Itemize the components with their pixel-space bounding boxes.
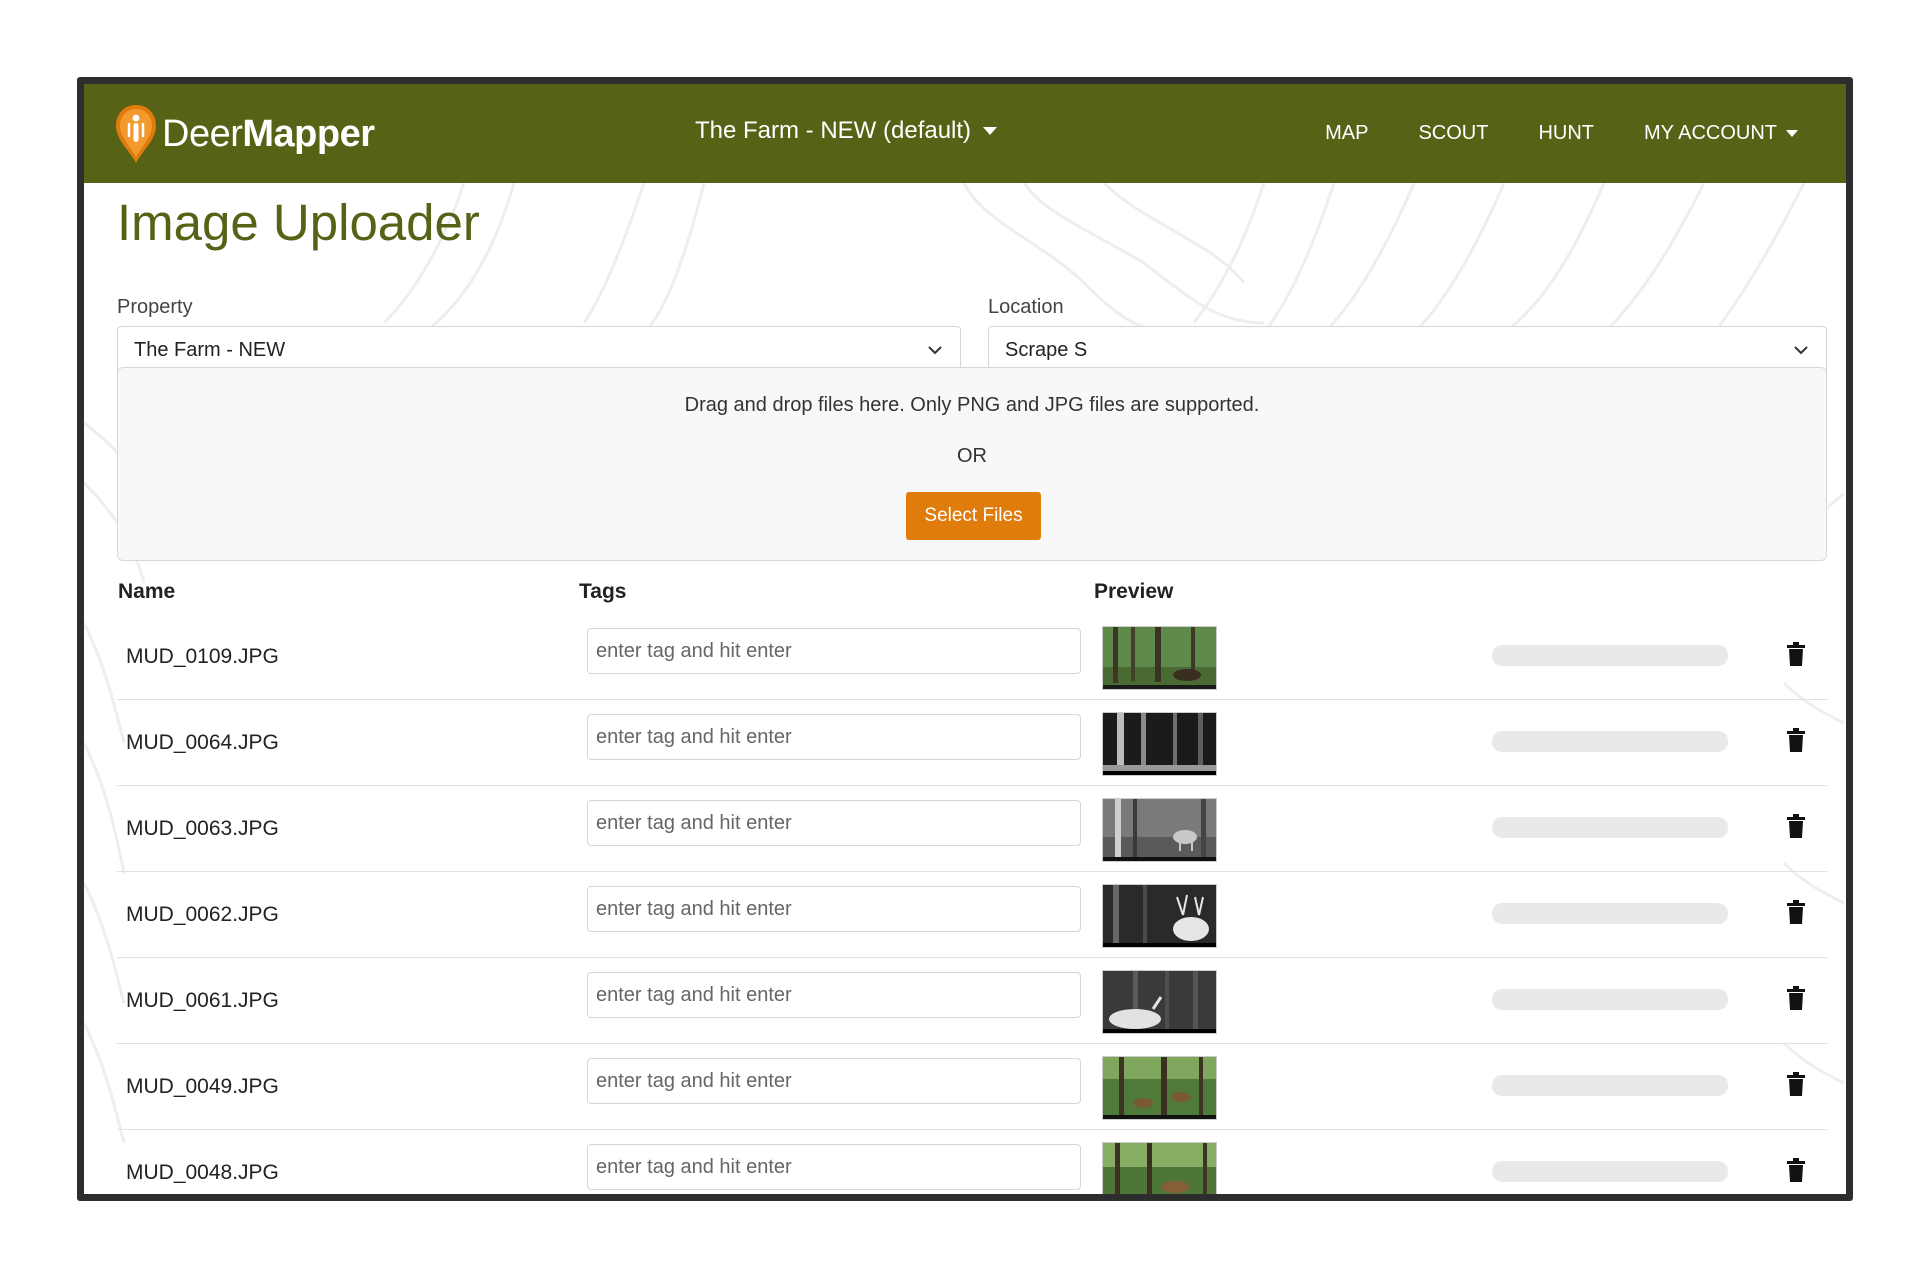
upload-row: MUD_0061.JPG (117, 958, 1827, 1044)
upload-row: MUD_0063.JPG (117, 786, 1827, 872)
chevron-down-icon (928, 346, 942, 355)
upload-progress-bar (1492, 989, 1728, 1010)
preview-thumbnail (1102, 712, 1217, 776)
location-label: Location (988, 296, 1064, 318)
file-name: MUD_0049.JPG (126, 1075, 279, 1098)
upload-progress-bar (1492, 1075, 1728, 1096)
column-header-preview: Preview (1094, 580, 1174, 603)
file-name: MUD_0064.JPG (126, 731, 279, 754)
caret-down-icon (983, 127, 998, 135)
column-header-name: Name (118, 580, 176, 603)
nav-links: MAP SCOUT HUNT MY ACCOUNT (1275, 84, 1798, 183)
dropzone-or-text: OR (957, 445, 987, 467)
upload-row: MUD_0064.JPG (117, 700, 1827, 786)
preview-thumbnail (1102, 798, 1217, 862)
file-name: MUD_0048.JPG (126, 1161, 279, 1184)
trash-icon[interactable] (1786, 814, 1806, 838)
upload-list: MUD_0109.JPG enter tag and hit enter MUD… (117, 614, 1827, 1194)
navbar: DeerMapper The Farm - NEW (default) MAP … (84, 84, 1846, 183)
app-root: DeerMapper The Farm - NEW (default) MAP … (84, 84, 1846, 1194)
preview-thumbnail (1102, 884, 1217, 948)
file-name: MUD_0061.JPG (126, 989, 279, 1012)
nav-link-map[interactable]: MAP (1325, 122, 1368, 145)
nav-link-my-account[interactable]: MY ACCOUNT (1644, 122, 1798, 145)
tag-input[interactable] (587, 800, 1081, 846)
page-title: Image Uploader (117, 194, 480, 251)
upload-progress-bar (1492, 903, 1728, 924)
brand-name: DeerMapper (162, 113, 375, 156)
property-select-value: The Farm - NEW (134, 338, 286, 361)
browser-frame: DeerMapper The Farm - NEW (default) MAP … (77, 77, 1853, 1201)
trash-icon[interactable] (1786, 728, 1806, 752)
preview-thumbnail (1102, 1056, 1217, 1120)
property-switcher[interactable]: The Farm - NEW (default) (695, 117, 998, 145)
property-switcher-label: The Farm - NEW (default) (695, 117, 972, 144)
tag-input[interactable] (587, 1058, 1081, 1104)
preview-thumbnail (1102, 970, 1217, 1034)
tag-input[interactable] (587, 1144, 1081, 1190)
tag-input[interactable] (587, 628, 1081, 674)
file-name: MUD_0062.JPG (126, 903, 279, 926)
file-dropzone[interactable]: Drag and drop files here. Only PNG and J… (117, 367, 1827, 561)
trash-icon[interactable] (1786, 986, 1806, 1010)
trash-icon[interactable] (1786, 1158, 1806, 1182)
location-select-value: Scrape S (1005, 338, 1088, 361)
property-label: Property (117, 296, 193, 318)
tag-input[interactable] (587, 714, 1081, 760)
dropzone-instructions: Drag and drop files here. Only PNG and J… (684, 394, 1260, 416)
column-header-tags: Tags (579, 580, 627, 603)
trash-icon[interactable] (1786, 1072, 1806, 1096)
upload-progress-bar (1492, 817, 1728, 838)
upload-row: MUD_0062.JPG (117, 872, 1827, 958)
preview-thumbnail (1102, 626, 1217, 690)
my-account-label: MY ACCOUNT (1644, 122, 1777, 144)
trash-icon[interactable] (1786, 642, 1806, 666)
trash-icon[interactable] (1786, 900, 1806, 924)
upload-row: MUD_0109.JPG (117, 614, 1827, 700)
preview-thumbnail (1102, 1142, 1217, 1194)
upload-row: MUD_0048.JPG (117, 1130, 1827, 1194)
upload-progress-bar (1492, 731, 1728, 752)
brand-logo[interactable]: DeerMapper (114, 102, 375, 166)
file-name: MUD_0063.JPG (126, 817, 279, 840)
tag-input[interactable] (587, 886, 1081, 932)
deer-pin-logo-icon (116, 105, 156, 163)
file-name: MUD_0109.JPG (126, 645, 279, 668)
brand-name-part2: Mapper (242, 112, 375, 155)
brand-name-part1: Deer (162, 112, 243, 155)
upload-progress-bar (1492, 1161, 1728, 1182)
chevron-down-icon (1794, 346, 1808, 355)
nav-link-scout[interactable]: SCOUT (1418, 122, 1488, 145)
upload-row: MUD_0049.JPG (117, 1044, 1827, 1130)
select-files-button[interactable]: Select Files (906, 492, 1041, 540)
upload-progress-bar (1492, 645, 1728, 666)
tag-input[interactable] (587, 972, 1081, 1018)
caret-down-icon (1786, 130, 1798, 137)
nav-link-hunt[interactable]: HUNT (1538, 122, 1594, 145)
